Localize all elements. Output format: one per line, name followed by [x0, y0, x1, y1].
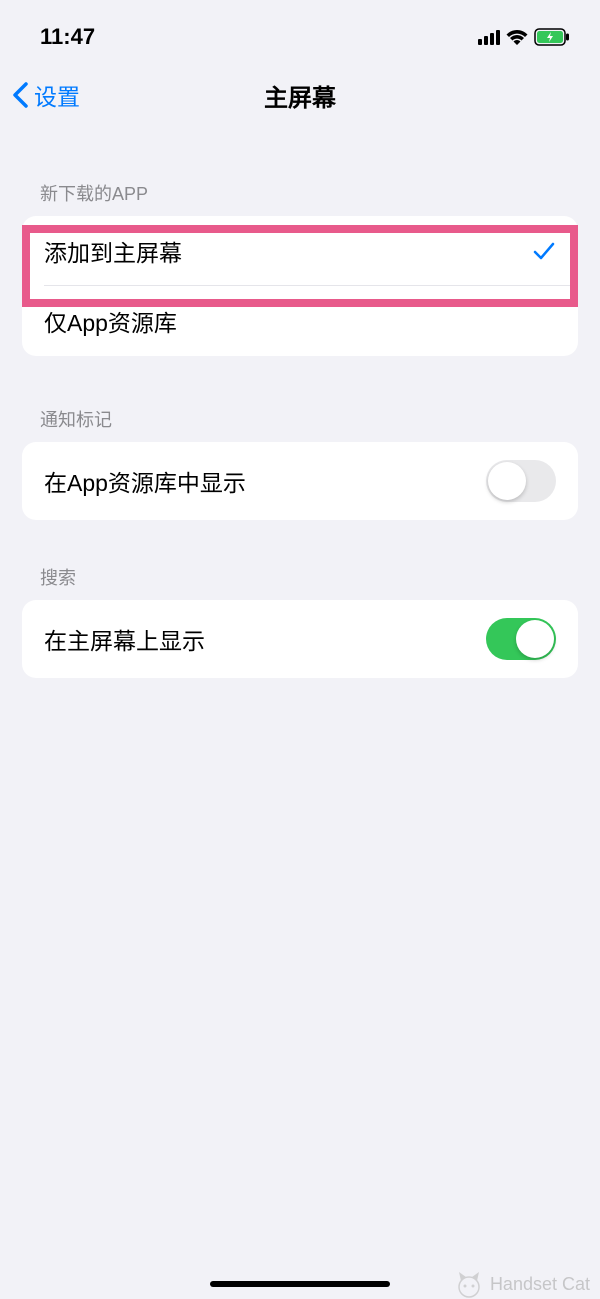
cat-icon	[454, 1269, 484, 1299]
row-label: 仅App资源库	[44, 304, 177, 338]
row-label: 在App资源库中显示	[44, 464, 246, 498]
row-app-library-only[interactable]: 仅App资源库	[22, 286, 578, 356]
row-show-on-home[interactable]: 在主屏幕上显示	[22, 600, 578, 678]
section-header-search: 搜索	[0, 564, 600, 600]
row-label: 添加到主屏幕	[44, 234, 182, 268]
cellular-signal-icon	[478, 29, 500, 45]
toggle-show-on-home[interactable]	[486, 618, 556, 660]
toggle-knob	[516, 620, 554, 658]
row-show-in-app-library[interactable]: 在App资源库中显示	[22, 442, 578, 520]
nav-bar: 设置 主屏幕	[0, 60, 600, 140]
battery-charging-icon	[534, 28, 570, 46]
section-header-notification-badges: 通知标记	[0, 406, 600, 442]
page-title: 主屏幕	[264, 78, 336, 113]
row-label: 在主屏幕上显示	[44, 622, 205, 656]
row-add-to-home[interactable]: 添加到主屏幕	[22, 216, 578, 286]
status-bar: 11:47	[0, 0, 600, 60]
watermark: Handset Cat	[454, 1269, 590, 1299]
chevron-left-icon	[12, 82, 28, 108]
toggle-show-in-app-library[interactable]	[486, 460, 556, 502]
watermark-text: Handset Cat	[490, 1274, 590, 1295]
list-group-notification-badges: 在App资源库中显示	[22, 442, 578, 520]
section-header-new-apps: 新下载的APP	[0, 180, 600, 216]
wifi-icon	[506, 29, 528, 45]
status-indicators	[478, 28, 570, 46]
list-group-search: 在主屏幕上显示	[22, 600, 578, 678]
home-indicator[interactable]	[210, 1281, 390, 1287]
checkmark-icon	[532, 239, 556, 263]
toggle-knob	[488, 462, 526, 500]
list-group-new-apps: 添加到主屏幕 仅App资源库	[22, 216, 578, 356]
status-time: 11:47	[40, 24, 95, 50]
back-button[interactable]: 设置	[12, 78, 80, 112]
back-label: 设置	[34, 78, 80, 112]
